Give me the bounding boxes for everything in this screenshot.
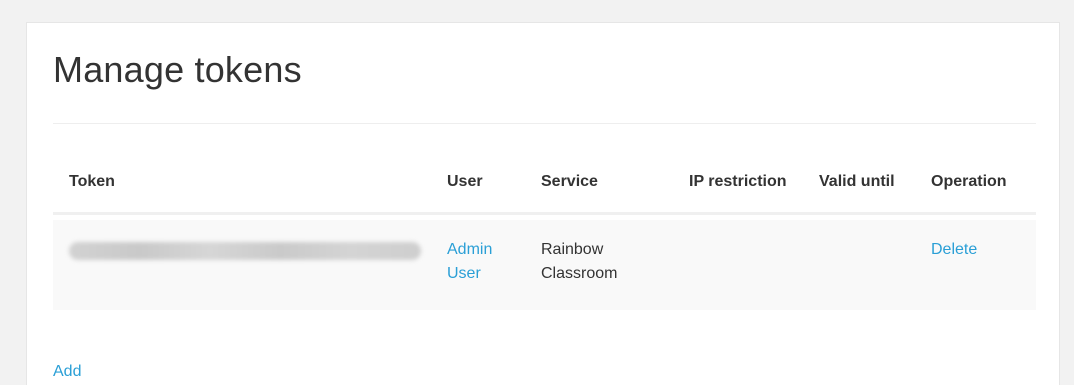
valid-until-cell [803, 220, 915, 310]
column-header-service: Service [525, 125, 673, 215]
tokens-card: Manage tokens Token User Service IP rest… [26, 22, 1060, 385]
token-cell [53, 220, 431, 310]
operation-cell: Delete [915, 220, 1036, 310]
delete-link[interactable]: Delete [931, 241, 977, 258]
add-token-link[interactable]: Add [53, 360, 81, 384]
spacer-cell [53, 213, 1036, 220]
column-header-ip-restriction: IP restriction [673, 125, 803, 215]
ip-restriction-cell [673, 220, 803, 310]
table-spacer [53, 213, 1036, 220]
page-title: Manage tokens [53, 49, 302, 90]
table-header-row: Token User Service IP restriction Valid … [53, 125, 1036, 215]
column-header-operation: Operation [915, 125, 1036, 215]
column-header-token: Token [53, 125, 431, 215]
column-header-user: User [431, 125, 525, 215]
title-divider [53, 123, 1036, 124]
page: Manage tokens Token User Service IP rest… [0, 0, 1074, 385]
tokens-table: Token User Service IP restriction Valid … [53, 125, 1036, 310]
table-row: Admin User Rainbow Classroom Delete [53, 220, 1036, 310]
user-link[interactable]: Admin User [447, 241, 492, 282]
service-cell: Rainbow Classroom [525, 220, 673, 310]
user-cell: Admin User [431, 220, 525, 310]
token-value-redacted [69, 242, 421, 260]
column-header-valid-until: Valid until [803, 125, 915, 215]
